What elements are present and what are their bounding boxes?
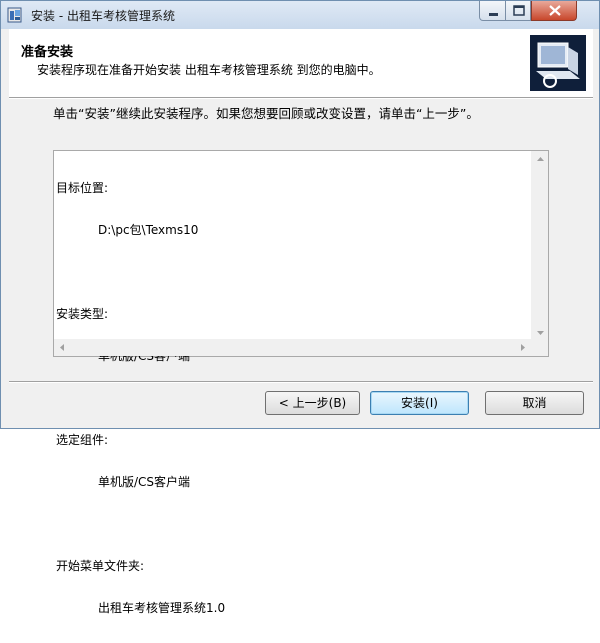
title-bar[interactable]: 安装 - 出租车考核管理系统 [1,1,599,29]
computer-install-icon [530,35,586,91]
back-button[interactable]: < 上一步(B) [265,391,360,415]
setup-app-icon [7,7,22,23]
footer-divider [9,381,593,383]
close-button[interactable] [531,1,577,21]
summary-value-components: 单机版/CS客户端 [98,475,191,489]
header-panel: 准备安装 安装程序现在准备开始安装 出租车考核管理系统 到您的电脑中。 [9,29,593,97]
vertical-scrollbar[interactable] [531,151,548,341]
page-description: 安装程序现在准备开始安装 出租车考核管理系统 到您的电脑中。 [37,63,381,77]
installer-window: 安装 - 出租车考核管理系统 准备安装 安装程序现在准备开始安装 出租车考核管理… [0,0,600,615]
summary-label-setup-type: 安装类型: [56,307,109,321]
window-title: 安装 - 出租车考核管理系统 [31,9,175,23]
install-button[interactable]: 安装(I) [370,391,469,415]
scrollbar-corner [531,339,548,356]
scroll-right-icon[interactable] [514,339,531,356]
maximize-button[interactable] [505,1,531,21]
scroll-up-icon[interactable] [532,151,549,168]
horizontal-scrollbar[interactable] [54,339,531,356]
summary-label-destination: 目标位置: [56,181,109,195]
summary-value-start-menu: 出租车考核管理系统1.0 [98,601,226,615]
page-title: 准备安装 [21,45,74,60]
summary-label-components: 选定组件: [56,433,109,447]
summary-label-start-menu: 开始菜单文件夹: [56,559,145,573]
header-divider [9,97,593,99]
minimize-icon [489,13,498,16]
summary-memo[interactable]: 目标位置: D:\pc包\Texms10 安装类型: 单机版/CS客户端 选定组… [53,150,549,615]
maximize-icon [513,5,525,16]
scroll-left-icon[interactable] [54,339,71,356]
instruction-text: 单击“安装”继续此安装程序。如果您想要回顾或改变设置，请单击“上一步”。 [53,106,479,121]
close-icon [549,5,561,16]
summary-value-destination: D:\pc包\Texms10 [98,223,199,237]
minimize-button[interactable] [479,1,506,21]
cancel-button[interactable]: 取消 [485,391,584,415]
